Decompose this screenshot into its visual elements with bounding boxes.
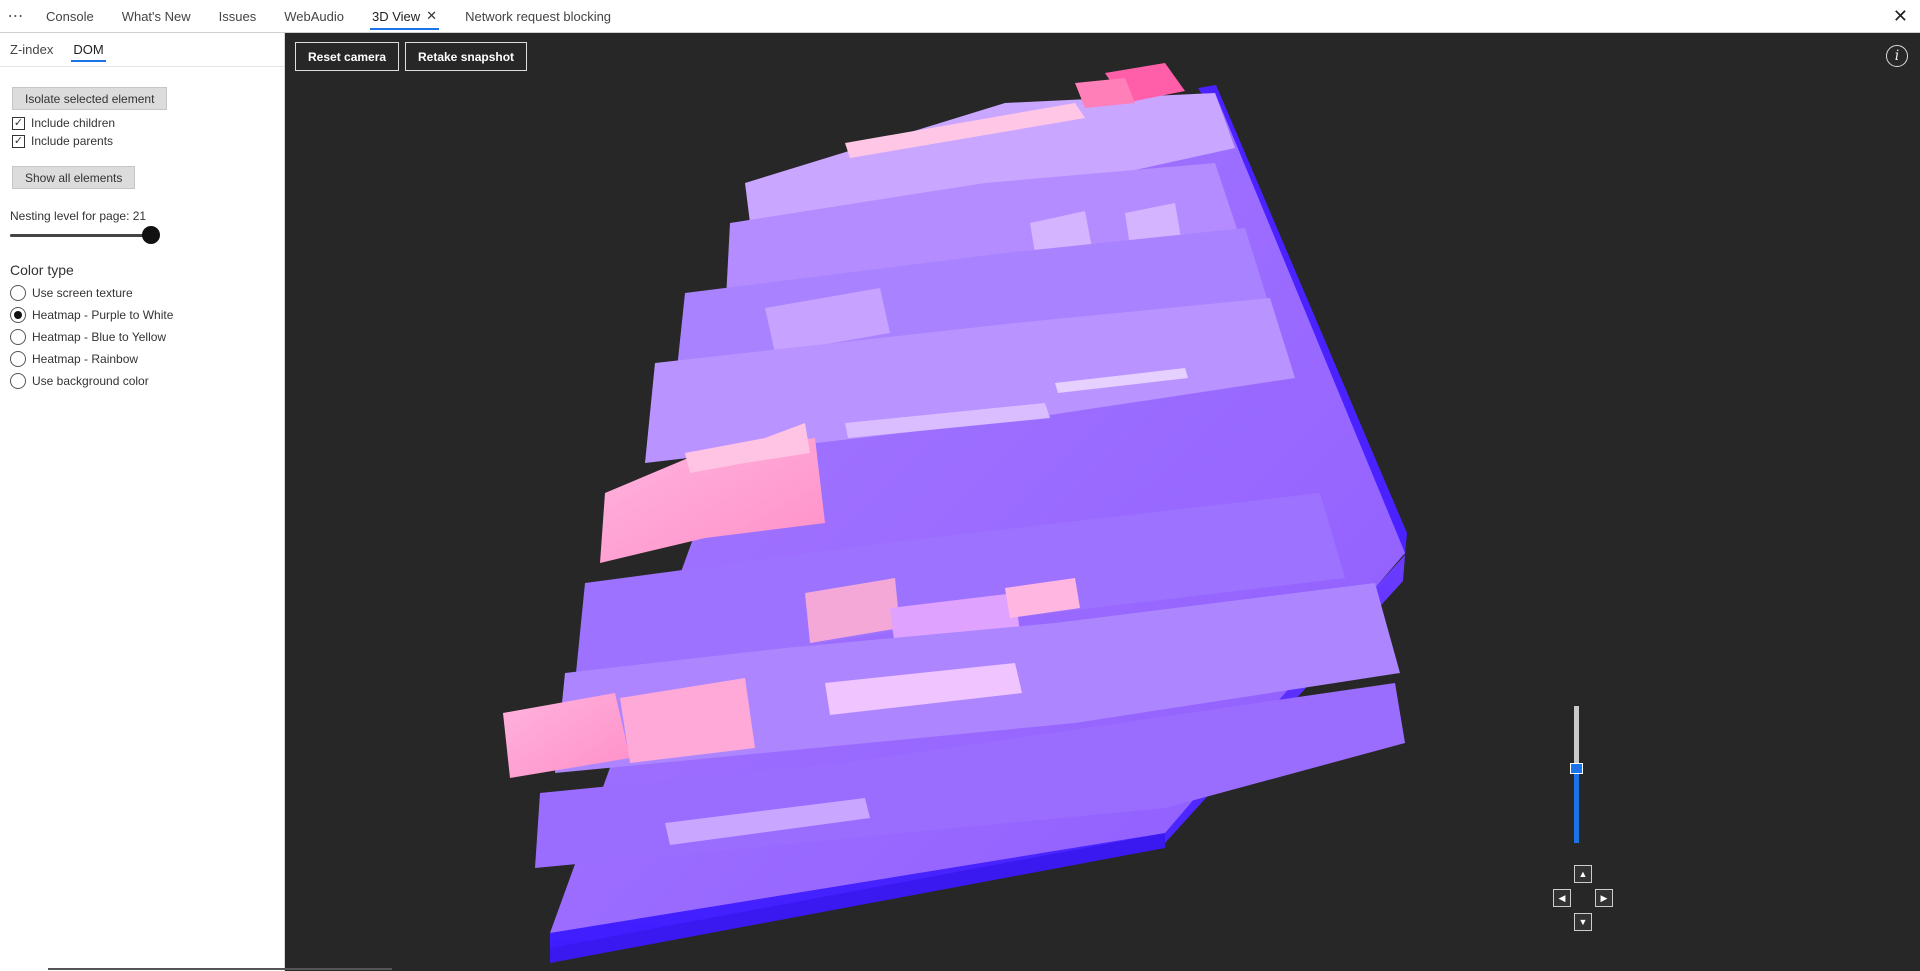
tab-label: WebAudio [284, 8, 344, 24]
sidebar: Z-index DOM Isolate selected element ✓ I… [0, 33, 285, 971]
isolate-selected-element-button[interactable]: Isolate selected element [12, 87, 168, 110]
tab-webaudio[interactable]: WebAudio [270, 0, 358, 32]
radio-label: Heatmap - Purple to White [32, 308, 174, 322]
color-option-blue-to-yellow[interactable]: Heatmap - Blue to Yellow [10, 329, 166, 345]
slider-fill [10, 234, 152, 237]
tab-whats-new[interactable]: What's New [108, 0, 205, 32]
tab-label: DOM [73, 42, 104, 57]
color-option-background-color[interactable]: Use background color [10, 373, 149, 389]
tab-label: Issues [218, 8, 257, 24]
radio-label: Use background color [32, 374, 149, 388]
radio-button[interactable] [10, 351, 26, 367]
tab-label: Z-index [10, 42, 54, 57]
color-option-rainbow[interactable]: Heatmap - Rainbow [10, 351, 138, 367]
nesting-level-slider-thumb[interactable] [142, 226, 160, 244]
zoom-slider-fill [1574, 768, 1579, 843]
radio-button[interactable] [10, 329, 26, 345]
color-type-heading: Color type [10, 262, 74, 278]
zoom-slider-thumb[interactable] [1570, 763, 1583, 774]
include-children-checkbox[interactable]: ✓ [12, 116, 25, 130]
include-parents-label: Include parents [31, 134, 114, 148]
color-option-purple-to-white[interactable]: Heatmap - Purple to White [10, 307, 173, 323]
pan-right-icon[interactable]: ▶ [1595, 889, 1613, 907]
nesting-level-slider[interactable] [10, 234, 152, 237]
dom-3d-scene[interactable] [285, 33, 1920, 971]
include-children-label: Include children [31, 116, 116, 130]
show-all-elements-button[interactable]: Show all elements [12, 166, 136, 189]
tab-label: What's New [121, 8, 191, 24]
radio-button[interactable] [10, 373, 26, 389]
horizontal-scrollbar[interactable] [48, 968, 392, 970]
include-parents-row[interactable]: ✓ Include parents [12, 134, 113, 148]
retake-snapshot-button[interactable]: Retake snapshot [405, 42, 528, 71]
tab-3d-view[interactable]: 3D View ✕ [358, 0, 451, 32]
3d-viewport[interactable]: Reset camera Retake snapshot i ▲ ◀ ▶ ▼ [285, 33, 1920, 971]
nesting-level-label: Nesting level for page: 21 [10, 209, 147, 223]
tab-console[interactable]: Console [32, 0, 108, 32]
radio-label: Heatmap - Rainbow [32, 352, 139, 366]
radio-label: Heatmap - Blue to Yellow [32, 330, 167, 344]
tab-label: Network request blocking [465, 8, 612, 24]
radio-label: Use screen texture [32, 286, 133, 300]
zoom-slider[interactable] [1574, 706, 1579, 843]
more-tabs-icon[interactable]: ⋯ [0, 0, 32, 32]
reset-camera-button[interactable]: Reset camera [295, 42, 400, 71]
radio-button[interactable] [10, 307, 26, 323]
radio-selected-dot [14, 311, 22, 319]
tab-issues[interactable]: Issues [205, 0, 271, 32]
tab-network-request-blocking[interactable]: Network request blocking [451, 0, 625, 32]
pan-left-icon[interactable]: ◀ [1553, 889, 1571, 907]
pan-up-icon[interactable]: ▲ [1574, 865, 1592, 883]
include-children-row[interactable]: ✓ Include children [12, 116, 115, 130]
close-tab-icon[interactable]: ✕ [426, 8, 437, 24]
radio-button[interactable] [10, 285, 26, 301]
close-drawer-icon[interactable]: ✕ [1893, 6, 1908, 26]
tab-dom[interactable]: DOM [63, 33, 113, 66]
info-icon[interactable]: i [1886, 45, 1908, 67]
sidebar-subtabs: Z-index DOM [0, 33, 284, 67]
tab-label: 3D View [371, 8, 421, 24]
tab-z-index[interactable]: Z-index [0, 33, 63, 66]
pan-down-icon[interactable]: ▼ [1574, 913, 1592, 931]
drawer-tabbar: ⋯ Console What's New Issues WebAudio 3D … [0, 0, 1920, 33]
tab-label: Console [46, 8, 94, 24]
header-pink-block-2 [1075, 78, 1135, 108]
include-parents-checkbox[interactable]: ✓ [12, 134, 25, 148]
color-option-screen-texture[interactable]: Use screen texture [10, 285, 133, 301]
